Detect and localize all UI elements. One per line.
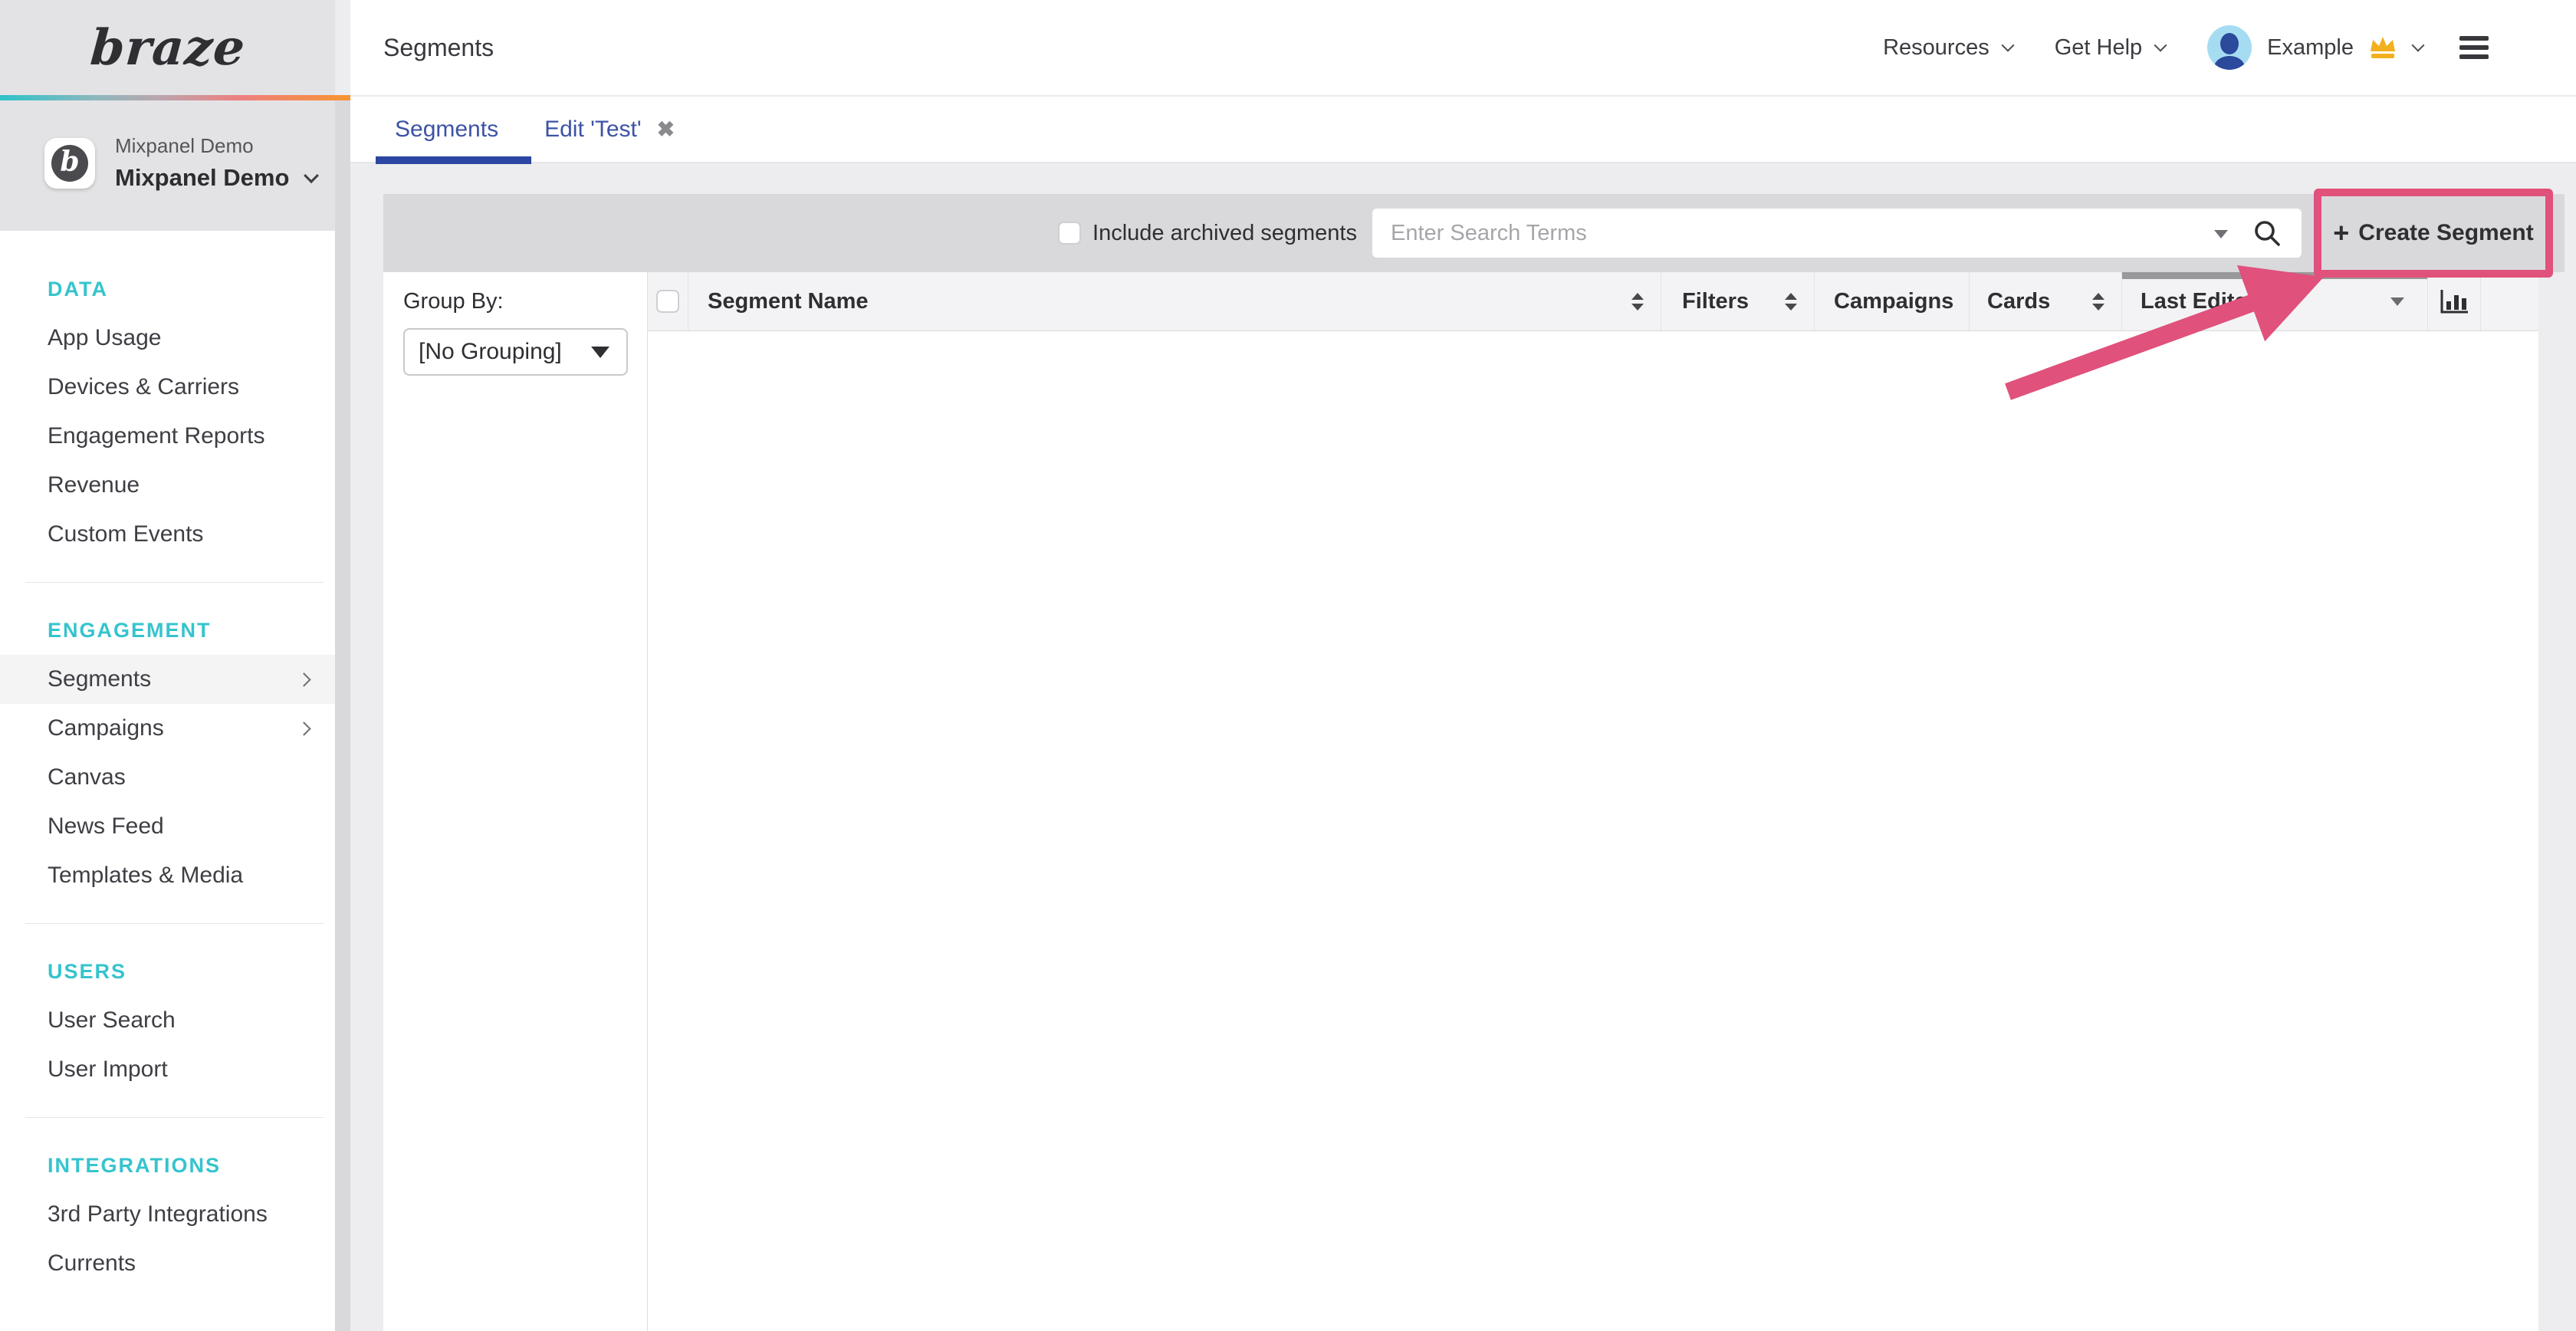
archived-filter: Include archived segments xyxy=(1058,221,1357,246)
divider xyxy=(25,1117,324,1118)
top-bar: Segments Resources Get Help Example xyxy=(350,0,2576,97)
group-by-label: Group By: xyxy=(403,289,647,314)
annotation-highlight-box: + Create Segment xyxy=(2314,189,2553,278)
segments-table: Segment Name Filters Campaigns Cards xyxy=(648,272,2538,1331)
segments-toolbar: Include archived segments xyxy=(383,194,2564,272)
group-by-panel: Group By: [No Grouping] xyxy=(383,272,648,1331)
sidebar-nav: DATA App Usage Devices & Carriers Engage… xyxy=(0,231,335,1288)
sidebar-item-user-search[interactable]: User Search xyxy=(0,996,335,1045)
main-area: Segments Resources Get Help Example xyxy=(350,0,2576,1331)
sidebar-logo-area: braze xyxy=(0,0,335,95)
column-empty xyxy=(2481,272,2538,330)
column-filters[interactable]: Filters xyxy=(1661,272,1815,330)
select-all-cell xyxy=(648,272,688,330)
user-avatar[interactable] xyxy=(2207,25,2252,70)
crown-icon xyxy=(2367,35,2398,61)
sort-icon[interactable] xyxy=(1785,293,1797,311)
braze-app: braze b Mixpanel Demo Mixpanel Demo DATA… xyxy=(0,0,2576,1331)
workspace-text: Mixpanel Demo Mixpanel Demo xyxy=(115,134,317,192)
sidebar-item-news-feed[interactable]: News Feed xyxy=(0,802,335,851)
search-icon[interactable] xyxy=(2252,219,2282,248)
include-archived-checkbox[interactable] xyxy=(1058,222,1081,245)
column-last-edited[interactable]: Last Edited xyxy=(2122,272,2428,330)
chevron-down-icon[interactable] xyxy=(304,168,319,183)
sidebar-item-templates-media[interactable]: Templates & Media xyxy=(0,851,335,900)
chevron-right-icon xyxy=(297,721,310,735)
create-segment-button[interactable]: + Create Segment xyxy=(2333,219,2533,247)
sidebar-item-revenue[interactable]: Revenue xyxy=(0,461,335,510)
plus-icon: + xyxy=(2333,219,2349,247)
sort-icon[interactable] xyxy=(2092,293,2104,311)
section-label-engagement: ENGAGEMENT xyxy=(0,606,335,655)
section-label-data: DATA xyxy=(0,265,335,314)
tab-edit-test[interactable]: Edit 'Test' ✖ xyxy=(544,96,675,163)
bar-chart-icon xyxy=(2438,287,2470,316)
chevron-right-icon xyxy=(297,672,310,686)
brand-gradient-bar xyxy=(0,95,350,100)
sidebar-item-devices-carriers[interactable]: Devices & Carriers xyxy=(0,363,335,412)
search-input[interactable] xyxy=(1372,209,2302,258)
sidebar-item-engagement-reports[interactable]: Engagement Reports xyxy=(0,412,335,461)
table-header-row: Segment Name Filters Campaigns Cards xyxy=(648,272,2538,331)
workspace-switcher[interactable]: b Mixpanel Demo Mixpanel Demo xyxy=(0,95,335,231)
divider xyxy=(25,582,324,583)
close-icon[interactable]: ✖ xyxy=(657,117,675,142)
workspace-app-icon: b xyxy=(44,138,95,189)
section-label-integrations: INTEGRATIONS xyxy=(0,1141,335,1190)
sidebar-item-canvas[interactable]: Canvas xyxy=(0,753,335,802)
chevron-down-icon xyxy=(2154,39,2167,52)
workspace-app-group: Mixpanel Demo xyxy=(115,164,289,192)
sidebar-item-currents[interactable]: Currents xyxy=(0,1239,335,1288)
menu-icon[interactable] xyxy=(2459,36,2489,59)
workspace-company: Mixpanel Demo xyxy=(115,134,317,158)
avatar-person-icon xyxy=(2220,33,2239,54)
braze-logo: braze xyxy=(88,19,247,77)
search-field xyxy=(1372,209,2302,258)
column-campaigns[interactable]: Campaigns xyxy=(1815,272,1970,330)
section-label-users: USERS xyxy=(0,947,335,996)
chevron-down-icon[interactable] xyxy=(2412,39,2425,52)
page-title: Segments xyxy=(383,34,494,62)
chevron-down-icon xyxy=(2001,39,2014,52)
tab-segments[interactable]: Segments xyxy=(395,96,498,163)
group-by-select[interactable]: [No Grouping] xyxy=(403,328,628,376)
sidebar-item-campaigns[interactable]: Campaigns xyxy=(0,704,335,753)
sidebar-item-segments[interactable]: Segments xyxy=(0,655,335,704)
chevron-down-icon[interactable] xyxy=(2390,297,2404,306)
sidebar-item-app-usage[interactable]: App Usage xyxy=(0,314,335,363)
user-name: Example xyxy=(2267,35,2354,61)
sidebar-item-3rd-party-integrations[interactable]: 3rd Party Integrations xyxy=(0,1190,335,1239)
sidebar-scrollbar[interactable] xyxy=(335,100,350,1331)
get-help-menu[interactable]: Get Help xyxy=(2055,35,2165,61)
column-segment-name[interactable]: Segment Name xyxy=(688,272,1661,330)
resources-menu[interactable]: Resources xyxy=(1883,35,2013,61)
sort-icon[interactable] xyxy=(1631,293,1644,311)
top-nav: Resources Get Help Example xyxy=(1883,25,2576,70)
content-area: Include archived segments Group By: [No … xyxy=(350,165,2576,1331)
group-by-value: [No Grouping] xyxy=(419,339,562,365)
include-archived-label[interactable]: Include archived segments xyxy=(1092,221,1357,246)
sidebar: braze b Mixpanel Demo Mixpanel Demo DATA… xyxy=(0,0,335,1331)
chevron-down-icon xyxy=(591,347,610,358)
sidebar-item-custom-events[interactable]: Custom Events xyxy=(0,510,335,559)
tab-bar: Segments Edit 'Test' ✖ xyxy=(350,97,2576,163)
column-cards[interactable]: Cards xyxy=(1970,272,2122,330)
app-icon-letter: b xyxy=(51,145,88,182)
column-analytics[interactable] xyxy=(2428,272,2481,330)
search-dropdown-caret-icon[interactable] xyxy=(2214,230,2228,238)
select-all-checkbox[interactable] xyxy=(656,290,679,313)
divider xyxy=(25,923,324,924)
sidebar-item-user-import[interactable]: User Import xyxy=(0,1045,335,1094)
